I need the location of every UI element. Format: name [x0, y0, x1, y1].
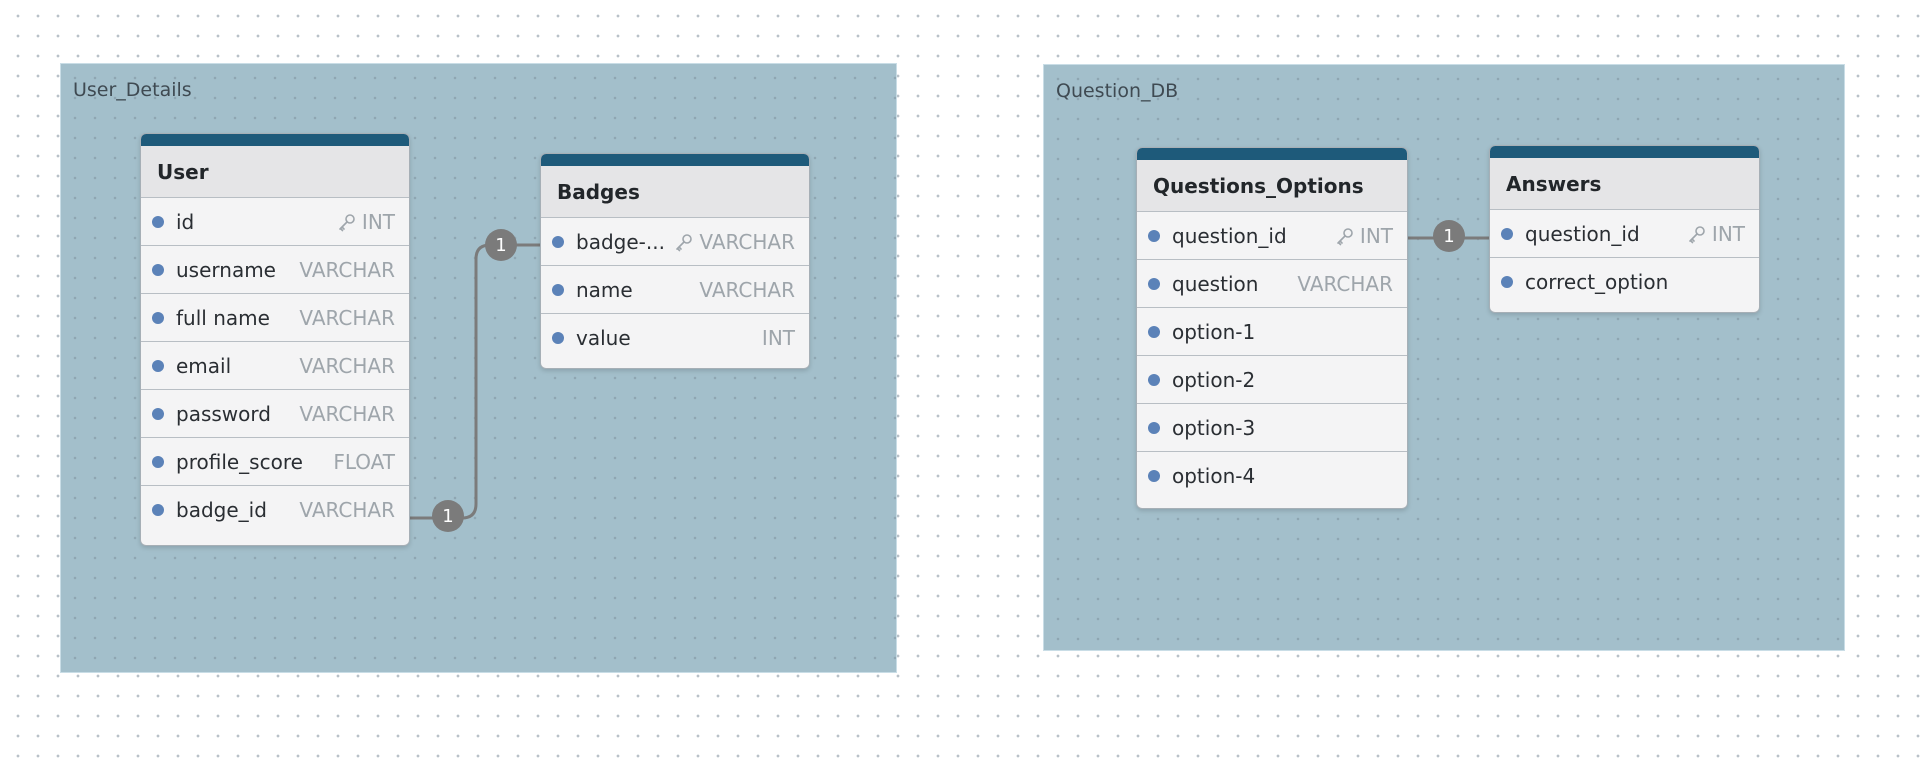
key-icon — [339, 213, 355, 231]
column-type-label: VARCHAR — [299, 305, 395, 330]
column-row[interactable]: option-4 — [1137, 452, 1407, 500]
column-name: username — [176, 257, 276, 282]
column-dot-icon — [152, 455, 164, 468]
table-badges[interactable]: Badges badge-... VARCHAR name VARCHAR va… — [540, 153, 810, 369]
key-icon — [1689, 225, 1705, 243]
column-type: INT — [337, 210, 395, 234]
column-type-label: VARCHAR — [1297, 271, 1393, 296]
table-header-bar — [541, 154, 809, 166]
column-row[interactable]: full name VARCHAR — [141, 294, 409, 342]
group-label: User_Details — [73, 79, 192, 101]
column-row[interactable]: name VARCHAR — [541, 266, 809, 314]
column-dot-icon — [552, 235, 564, 248]
key-icon — [1337, 227, 1353, 245]
column-dot-icon — [152, 359, 164, 372]
column-type-label: VARCHAR — [699, 277, 795, 302]
column-row[interactable]: id INT — [141, 198, 409, 246]
column-row[interactable]: question_id INT — [1490, 210, 1759, 258]
table-title: Badges — [541, 166, 809, 218]
group-label: Question_DB — [1056, 80, 1179, 102]
cardinality-badge-user-badges-end: 1 — [485, 229, 517, 261]
column-type-label: INT — [1711, 221, 1745, 246]
column-name: id — [176, 209, 195, 234]
column-dot-icon — [1148, 470, 1160, 482]
column-name: option-3 — [1172, 415, 1256, 440]
table-title: Answers — [1490, 158, 1759, 210]
column-name: question — [1172, 271, 1259, 296]
column-type-label: INT — [761, 326, 795, 350]
column-type-label: VARCHAR — [699, 229, 795, 254]
column-type: VARCHAR — [674, 230, 795, 254]
column-dot-icon — [1148, 373, 1160, 386]
column-name: email — [176, 353, 232, 378]
column-type-label: INT — [1359, 223, 1393, 248]
column-name: password — [176, 401, 271, 426]
table-answers[interactable]: Answers question_id INT correct_option — [1489, 145, 1760, 313]
column-dot-icon — [152, 504, 164, 516]
column-name: option-4 — [1172, 464, 1256, 488]
column-type-label: INT — [361, 209, 395, 234]
column-dot-icon — [1148, 325, 1160, 338]
column-type-label: VARCHAR — [299, 353, 395, 378]
table-user[interactable]: User id INT username VARCHAR full name V… — [140, 133, 410, 546]
column-name: option-1 — [1172, 319, 1256, 344]
column-type: INT — [1335, 224, 1393, 248]
column-type-label: VARCHAR — [299, 401, 395, 426]
column-row[interactable]: email VARCHAR — [141, 342, 409, 390]
column-name: profile_score — [176, 449, 303, 474]
column-dot-icon — [152, 311, 164, 324]
column-dot-icon — [1148, 277, 1160, 290]
column-row[interactable]: question VARCHAR — [1137, 260, 1407, 308]
column-name: badge-... — [576, 229, 665, 254]
column-name: question_id — [1172, 223, 1287, 248]
column-dot-icon — [1501, 227, 1513, 240]
column-name: option-2 — [1172, 367, 1256, 392]
key-icon — [676, 233, 693, 251]
column-name: name — [576, 277, 633, 302]
column-type-label: VARCHAR — [299, 257, 395, 282]
column-dot-icon — [552, 332, 564, 344]
table-title: Questions_Options — [1137, 160, 1407, 212]
column-row[interactable]: badge_id VARCHAR — [141, 486, 409, 534]
column-type-label: VARCHAR — [299, 498, 395, 522]
column-row[interactable]: correct_option — [1490, 258, 1759, 306]
column-row[interactable]: option-1 — [1137, 308, 1407, 356]
column-row[interactable]: username VARCHAR — [141, 246, 409, 294]
column-dot-icon — [1501, 276, 1513, 288]
column-name: badge_id — [176, 498, 267, 522]
cardinality-badge-questions-answers: 1 — [1433, 220, 1465, 252]
column-dot-icon — [152, 407, 164, 420]
column-dot-icon — [152, 263, 164, 276]
column-dot-icon — [1148, 229, 1160, 242]
column-row[interactable]: question_id INT — [1137, 212, 1407, 260]
table-questions-options[interactable]: Questions_Options question_id INT questi… — [1136, 147, 1408, 509]
column-name: correct_option — [1525, 270, 1669, 294]
column-type-label: FLOAT — [333, 449, 395, 474]
column-row[interactable]: option-2 — [1137, 356, 1407, 404]
column-dot-icon — [552, 283, 564, 296]
column-name: full name — [176, 305, 270, 330]
column-row[interactable]: profile_score FLOAT — [141, 438, 409, 486]
cardinality-badge-user-badges-start: 1 — [432, 500, 464, 532]
column-name: value — [576, 326, 631, 350]
table-header-bar — [141, 134, 409, 146]
column-row[interactable]: badge-... VARCHAR — [541, 218, 809, 266]
column-type: INT — [1687, 222, 1745, 246]
column-row[interactable]: option-3 — [1137, 404, 1407, 452]
column-dot-icon — [1148, 421, 1160, 434]
column-dot-icon — [152, 215, 164, 228]
column-row[interactable]: password VARCHAR — [141, 390, 409, 438]
table-title: User — [141, 146, 409, 198]
column-row[interactable]: value INT — [541, 314, 809, 362]
column-name: question_id — [1525, 221, 1640, 246]
table-header-bar — [1490, 146, 1759, 158]
table-header-bar — [1137, 148, 1407, 160]
